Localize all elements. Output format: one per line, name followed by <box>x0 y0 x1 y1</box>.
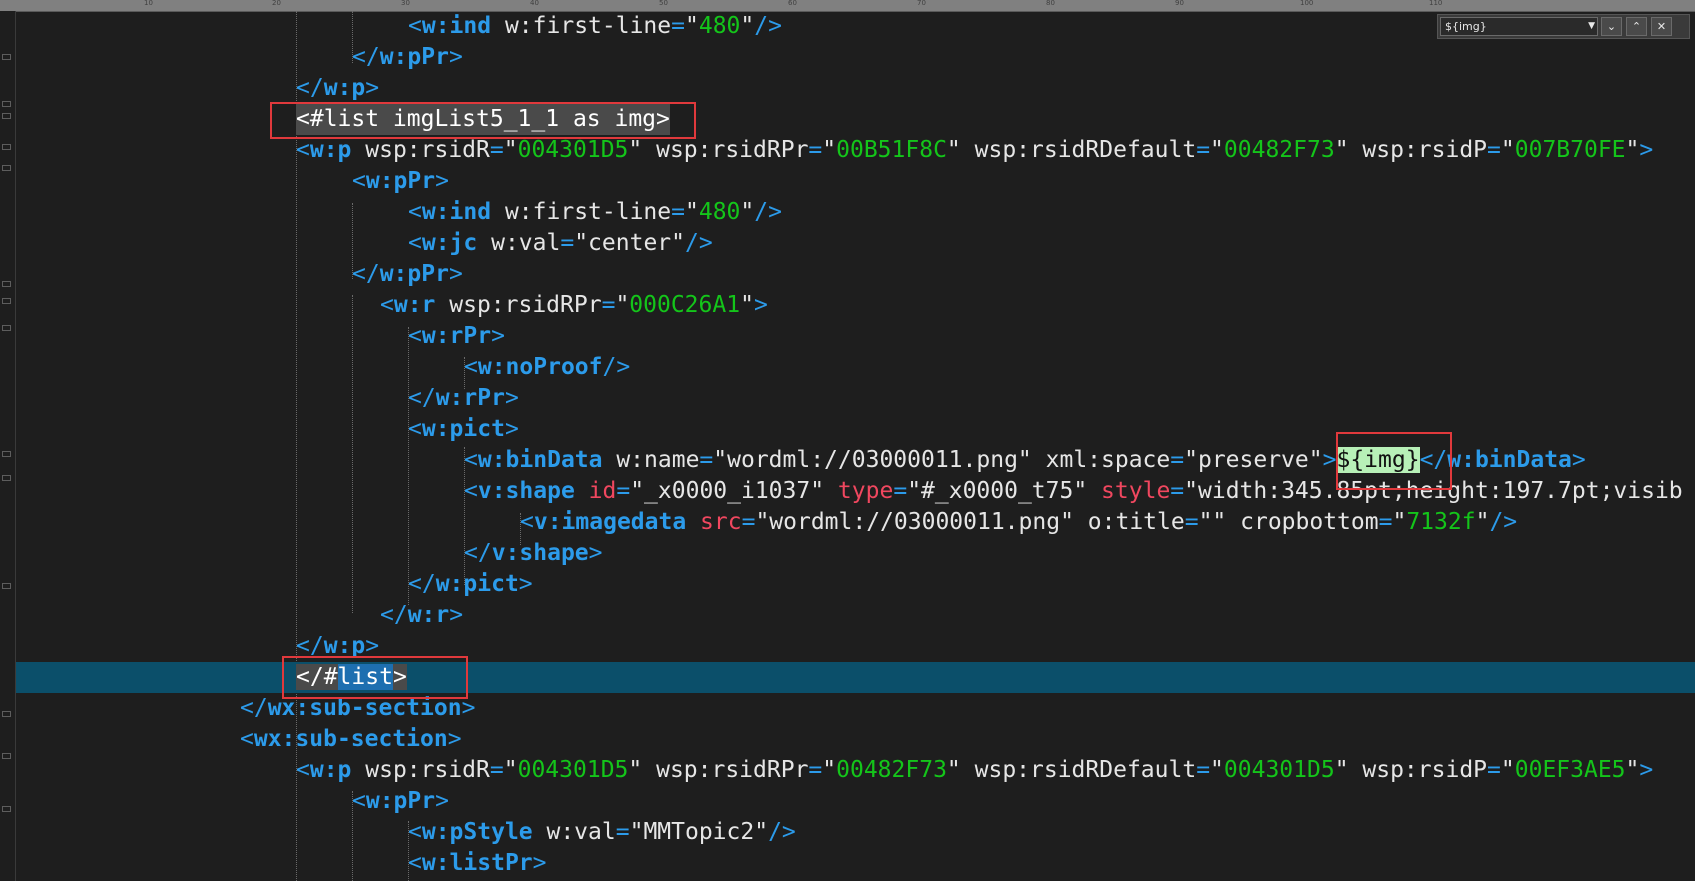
code-text: <w:ind w:first-line="480"/> <box>408 199 782 225</box>
code-line[interactable]: <w:listPr> <box>16 848 1695 879</box>
code-text: <w:ind w:first-line="480"/> <box>408 13 782 39</box>
code-line[interactable]: <w:pPr> <box>16 786 1695 817</box>
code-line[interactable]: <w:p wsp:rsidR="004301D5" wsp:rsidRPr="0… <box>16 135 1695 166</box>
code-text: </w:r> <box>380 602 464 628</box>
code-text: <w:r wsp:rsidRPr="000C26A1"> <box>380 292 768 318</box>
code-line[interactable]: </w:pict> <box>16 569 1695 600</box>
code-line[interactable]: <w:jc w:val="center"/> <box>16 228 1695 259</box>
code-text: <w:noProof/> <box>464 354 631 380</box>
code-line[interactable]: <v:imagedata src="wordml://03000011.png"… <box>16 507 1695 538</box>
ruler-tick: 40 <box>530 0 539 7</box>
ruler-tick: 20 <box>272 0 281 7</box>
code-line[interactable]: <w:p wsp:rsidR="004301D5" wsp:rsidRPr="0… <box>16 755 1695 786</box>
fold-marker[interactable] <box>2 165 11 171</box>
ruler-tick: 80 <box>1046 0 1055 7</box>
fold-marker[interactable] <box>2 101 11 107</box>
fold-marker[interactable] <box>2 281 11 287</box>
code-line[interactable]: </w:r> <box>16 600 1695 631</box>
ruler-tick: 10 <box>144 0 153 7</box>
ruler-tick: 60 <box>788 0 797 7</box>
fold-marker[interactable] <box>2 325 11 331</box>
code-text: <wx:sub-section> <box>240 726 462 752</box>
code-text: <w:listPr> <box>408 850 547 876</box>
fold-marker[interactable] <box>2 583 11 589</box>
code-text: </w:rPr> <box>408 385 519 411</box>
code-line[interactable]: </w:p> <box>16 73 1695 104</box>
fold-gutter <box>0 11 16 881</box>
code-line[interactable]: <w:pPr> <box>16 166 1695 197</box>
code-line[interactable]: <w:ind w:first-line="480"/> <box>16 197 1695 228</box>
code-line[interactable]: <#list imgList5_1_1 as img> <box>16 104 1695 135</box>
code-text: <v:shape id="_x0000_i1037" type="#_x0000… <box>464 478 1683 504</box>
code-text: </w:pPr> <box>352 261 463 287</box>
annotation-box-list-end <box>282 656 468 699</box>
fold-marker[interactable] <box>2 711 11 717</box>
fold-marker[interactable] <box>2 475 11 481</box>
fold-marker[interactable] <box>2 144 11 150</box>
code-line[interactable]: <w:pStyle w:val="MMTopic2"/> <box>16 817 1695 848</box>
code-text: <w:rPr> <box>408 323 505 349</box>
ruler-tick: 70 <box>917 0 926 7</box>
code-line[interactable]: </wx:sub-section> <box>16 693 1695 724</box>
code-line[interactable]: </w:p> <box>16 631 1695 662</box>
current-line[interactable]: </#list> <box>16 662 1695 693</box>
code-text: <v:imagedata src="wordml://03000011.png"… <box>520 509 1518 535</box>
code-line[interactable]: <w:ind w:first-line="480"/> <box>16 11 1695 42</box>
annotation-box-list-start <box>270 102 696 139</box>
code-line[interactable]: <wx:sub-section> <box>16 724 1695 755</box>
code-line[interactable]: <w:r wsp:rsidRPr="000C26A1"> <box>16 290 1695 321</box>
code-text: </w:pict> <box>408 571 533 597</box>
code-text: <w:p wsp:rsidR="004301D5" wsp:rsidRPr="0… <box>296 757 1654 783</box>
code-text: <w:pict> <box>408 416 519 442</box>
fold-marker[interactable] <box>2 113 11 119</box>
fold-marker[interactable] <box>2 806 11 812</box>
code-line[interactable]: </v:shape> <box>16 538 1695 569</box>
code-editor[interactable]: <w:ind w:first-line="480"/> </w:pPr> </w… <box>16 11 1695 881</box>
fold-marker[interactable] <box>2 54 11 60</box>
ruler-tick: 50 <box>659 0 668 7</box>
code-text: <w:jc w:val="center"/> <box>408 230 713 256</box>
ruler-tick: 100 <box>1300 0 1314 7</box>
fold-marker[interactable] <box>2 298 11 304</box>
ruler-tick: 90 <box>1175 0 1184 7</box>
code-line[interactable]: </w:rPr> <box>16 383 1695 414</box>
code-text: <w:pPr> <box>352 788 449 814</box>
annotation-box-img-placeholder <box>1336 432 1452 490</box>
ruler-tick: 30 <box>401 0 410 7</box>
code-line[interactable]: <w:rPr> <box>16 321 1695 352</box>
code-text: <w:pStyle w:val="MMTopic2"/> <box>408 819 796 845</box>
code-line[interactable]: <w:noProof/> <box>16 352 1695 383</box>
ruler-tick: 110 <box>1429 0 1443 7</box>
code-text: <w:p wsp:rsidR="004301D5" wsp:rsidRPr="0… <box>296 137 1654 163</box>
code-text: </w:p> <box>296 75 380 101</box>
fold-marker[interactable] <box>2 451 11 457</box>
fold-marker[interactable] <box>2 753 11 759</box>
code-line[interactable]: </w:pPr> <box>16 42 1695 73</box>
code-text: </v:shape> <box>464 540 603 566</box>
code-text: <w:pPr> <box>352 168 449 194</box>
code-line[interactable]: </w:pPr> <box>16 259 1695 290</box>
code-text: </w:pPr> <box>352 44 463 70</box>
